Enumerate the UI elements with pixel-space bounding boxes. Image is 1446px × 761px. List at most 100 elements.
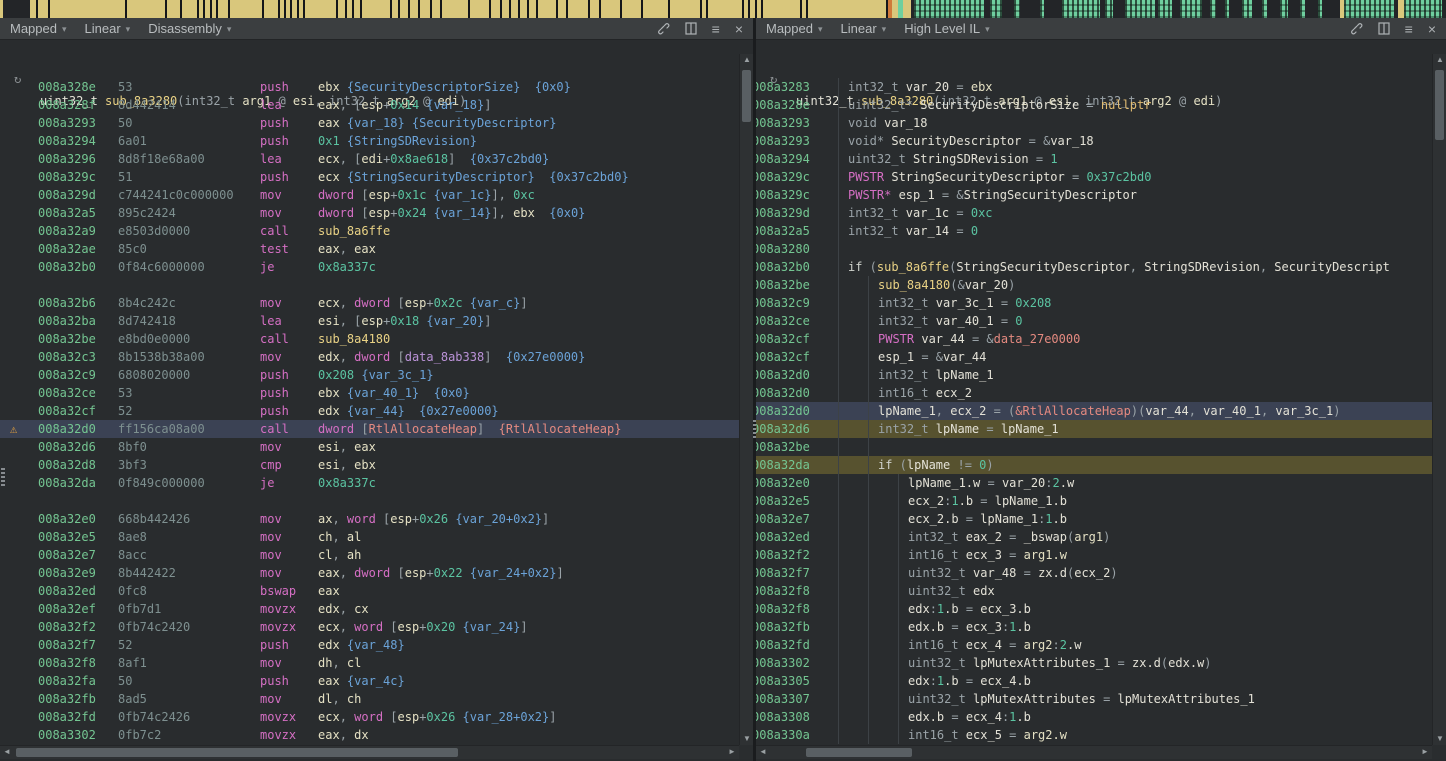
- hlil-row[interactable]: 008a32f2int16_t ecx_3 = arg1.w: [756, 546, 1446, 564]
- il-level-dropdown[interactable]: High Level IL▾: [904, 21, 989, 36]
- hlil-row[interactable]: 008a3307uint32_t lpMutexAttributes = lpM…: [756, 690, 1446, 708]
- disasm-row[interactable]: 008a32e98b442422moveax, dword [esp+0x22 …: [0, 564, 753, 582]
- disasm-row[interactable]: 008a32f88af1movdh, cl: [0, 654, 753, 672]
- scroll-right-button[interactable]: ►: [1418, 746, 1432, 758]
- scroll-down-button[interactable]: ▼: [1433, 733, 1446, 745]
- disasm-row[interactable]: 008a33020fb7c2movzxeax, dx: [0, 726, 753, 744]
- disasm-row[interactable]: 008a32c38b1538b38a00movedx, dword [data_…: [0, 348, 753, 366]
- hlil-row[interactable]: 008a3283int32_t var_20 = ebx: [756, 78, 1446, 96]
- disasm-row[interactable]: 008a32e58ae8movch, al: [0, 528, 753, 546]
- vscroll-thumb[interactable]: [742, 70, 751, 122]
- feature-map[interactable]: [0, 0, 1446, 18]
- hlil-hscrollbar[interactable]: ◄ ►: [756, 745, 1432, 759]
- hlil-row[interactable]: 008a330aint16_t ecx_5 = arg2.w: [756, 726, 1446, 744]
- hlil-vscrollbar[interactable]: ▲ ▼: [1432, 54, 1446, 745]
- scroll-left-button[interactable]: ◄: [756, 746, 770, 758]
- left-edge-drag-handle[interactable]: [1, 468, 5, 486]
- hscroll-thumb[interactable]: [806, 748, 912, 757]
- disasm-row[interactable]: 008a32a5895c2424movdword [esp+0x24 {var_…: [0, 204, 753, 222]
- disasm-row[interactable]: 008a32e0668b442426movax, word [esp+0x26 …: [0, 510, 753, 528]
- disasm-row[interactable]: 008a32b00f84c6000000je0x8a337c: [0, 258, 753, 276]
- close-icon[interactable]: ×: [735, 22, 743, 36]
- close-icon[interactable]: ×: [1428, 22, 1436, 36]
- hlil-row[interactable]: 008a32f7uint32_t var_48 = zx.d(ecx_2): [756, 564, 1446, 582]
- hlil-row[interactable]: 008a32d6int32_t lpName = lpName_1: [756, 420, 1446, 438]
- hlil-row[interactable]: 008a32a5int32_t var_14 = 0: [756, 222, 1446, 240]
- menu-icon[interactable]: ≡: [712, 22, 720, 36]
- disasm-row[interactable]: 008a32bee8bd0e0000callsub_8a4180: [0, 330, 753, 348]
- hlil-row[interactable]: 008a32e5ecx_2:1.b = lpName_1.b: [756, 492, 1446, 510]
- hlil-row[interactable]: 008a32d0int32_t lpName_1: [756, 366, 1446, 384]
- disasm-row[interactable]: 008a329c51pushecx {StringSecurityDescrip…: [0, 168, 753, 186]
- disasm-row[interactable]: 008a32f752pushedx {var_48}: [0, 636, 753, 654]
- disasm-row[interactable]: 008a32d83bf3cmpesi, ebx: [0, 456, 753, 474]
- disasm-row[interactable]: 008a32b68b4c242cmovecx, dword [esp+0x2c …: [0, 294, 753, 312]
- hlil-row[interactable]: 008a3308edx.b = ecx_4:1.b: [756, 708, 1446, 726]
- disasm-row[interactable]: 008a32fb8ad5movdl, ch: [0, 690, 753, 708]
- hlil-row[interactable]: 008a32daif (lpName != 0): [756, 456, 1446, 474]
- disasm-row[interactable]: 008a32da0f849c000000je0x8a337c: [0, 474, 753, 492]
- hlil-row[interactable]: 008a32d0lpName_1, ecx_2 = (&RtlAllocateH…: [756, 402, 1446, 420]
- disasm-row[interactable]: 008a32fa50pusheax {var_4c}: [0, 672, 753, 690]
- menu-icon[interactable]: ≡: [1405, 22, 1413, 36]
- hlil-row[interactable]: 008a32ceint32_t var_40_1 = 0: [756, 312, 1446, 330]
- disasm-row[interactable]: 008a32946a01push0x1 {StringSDRevision}: [0, 132, 753, 150]
- hlil-row[interactable]: 008a32cfesp_1 = &var_44: [756, 348, 1446, 366]
- hlil-row[interactable]: 008a3294uint32_t StringSDRevision = 1: [756, 150, 1446, 168]
- hlil-row[interactable]: 008a32e0lpName_1.w = var_20:2.w: [756, 474, 1446, 492]
- disasm-row[interactable]: 008a32ef0fb7d1movzxedx, cx: [0, 600, 753, 618]
- hlil-row[interactable]: 008a32fdint16_t ecx_4 = arg2:2.w: [756, 636, 1446, 654]
- hlil-row[interactable]: 008a3302uint32_t lpMutexAttributes_1 = z…: [756, 654, 1446, 672]
- hlil-row[interactable]: 008a32besub_8a4180(&var_20): [756, 276, 1446, 294]
- hlil-row[interactable]: 008a32cfPWSTR var_44 = &data_27e0000: [756, 330, 1446, 348]
- scroll-down-button[interactable]: ▼: [740, 733, 753, 745]
- hlil-row[interactable]: 008a32edint32_t eax_2 = _bswap(arg1): [756, 528, 1446, 546]
- disasm-row[interactable]: 008a32a9e8503d0000callsub_8a6ffe: [0, 222, 753, 240]
- disasm-row[interactable]: 008a329dc744241c0c000000movdword [esp+0x…: [0, 186, 753, 204]
- hlil-row[interactable]: 008a32d0int16_t ecx_2: [756, 384, 1446, 402]
- hlil-row[interactable]: 008a329cPWSTR* esp_1 = &StringSecurityDe…: [756, 186, 1446, 204]
- hlil-row[interactable]: 008a328euint32_t* SecurityDescriptorSize…: [756, 96, 1446, 114]
- scroll-right-button[interactable]: ►: [725, 746, 739, 758]
- il-level-dropdown[interactable]: Disassembly▾: [148, 21, 231, 36]
- disasm-row[interactable]: ⚠008a32d0ff156ca08a00calldword [RtlAlloc…: [0, 420, 753, 438]
- hlil-row[interactable]: 008a329cPWSTR StringSecurityDescriptor =…: [756, 168, 1446, 186]
- disasm-row[interactable]: 008a32cf52pushedx {var_44} {0x27e0000}: [0, 402, 753, 420]
- view-mode-dropdown[interactable]: Mapped▾: [10, 21, 67, 36]
- hlil-row[interactable]: 008a3293void var_18: [756, 114, 1446, 132]
- disasm-row[interactable]: 008a32ed0fc8bswapeax: [0, 582, 753, 600]
- hlil-row[interactable]: 008a32c9int32_t var_3c_1 = 0x208: [756, 294, 1446, 312]
- hlil-row[interactable]: 008a32fbedx.b = ecx_3:1.b: [756, 618, 1446, 636]
- disasm-row[interactable]: [0, 492, 753, 510]
- hlil-row[interactable]: 008a329dint32_t var_1c = 0xc: [756, 204, 1446, 222]
- view-mode-dropdown[interactable]: Mapped▾: [766, 21, 823, 36]
- disassembly-vscrollbar[interactable]: ▲ ▼: [739, 54, 753, 745]
- split-pane-icon[interactable]: [685, 22, 697, 35]
- scroll-left-button[interactable]: ◄: [0, 746, 14, 758]
- disasm-row[interactable]: 008a32ce53pushebx {var_40_1} {0x0}: [0, 384, 753, 402]
- scroll-up-button[interactable]: ▲: [740, 54, 753, 66]
- hlil-row[interactable]: 008a3280: [756, 240, 1446, 258]
- scroll-up-button[interactable]: ▲: [1433, 54, 1446, 66]
- sync-link-icon[interactable]: [657, 22, 670, 35]
- layout-dropdown[interactable]: Linear▾: [841, 21, 887, 36]
- layout-dropdown[interactable]: Linear▾: [85, 21, 131, 36]
- sync-link-icon[interactable]: [1350, 22, 1363, 35]
- disasm-row[interactable]: 008a32fd0fb74c2426movzxecx, word [esp+0x…: [0, 708, 753, 726]
- disasm-row[interactable]: 008a32ae85c0testeax, eax: [0, 240, 753, 258]
- disasm-row[interactable]: 008a328f8d442414leaeax, [esp+0x14 {var_1…: [0, 96, 753, 114]
- vscroll-thumb[interactable]: [1435, 70, 1444, 140]
- hlil-row[interactable]: 008a3305edx:1.b = ecx_4.b: [756, 672, 1446, 690]
- hlil-row[interactable]: 008a32f8uint32_t edx: [756, 582, 1446, 600]
- disasm-row[interactable]: 008a32968d8f18e68a00leaecx, [edi+0x8ae61…: [0, 150, 753, 168]
- hlil-row[interactable]: 008a32e7ecx_2.b = lpName_1:1.b: [756, 510, 1446, 528]
- disassembly-hscrollbar[interactable]: ◄ ►: [0, 745, 739, 759]
- split-pane-icon[interactable]: [1378, 22, 1390, 35]
- function-signature-row[interactable]: ↻ uint32_t sub_8a3280(int32_t arg1 @ esi…: [0, 46, 753, 68]
- hlil-row[interactable]: 008a32b0if (sub_8a6ffe(StringSecurityDes…: [756, 258, 1446, 276]
- disasm-row[interactable]: 008a329350pusheax {var_18} {SecurityDesc…: [0, 114, 753, 132]
- disasm-row[interactable]: 008a32d68bf0movesi, eax: [0, 438, 753, 456]
- disasm-row[interactable]: 008a32ba8d742418leaesi, [esp+0x18 {var_2…: [0, 312, 753, 330]
- disasm-row[interactable]: 008a32f20fb74c2420movzxecx, word [esp+0x…: [0, 618, 753, 636]
- disasm-row[interactable]: 008a32c96808020000push0x208 {var_3c_1}: [0, 366, 753, 384]
